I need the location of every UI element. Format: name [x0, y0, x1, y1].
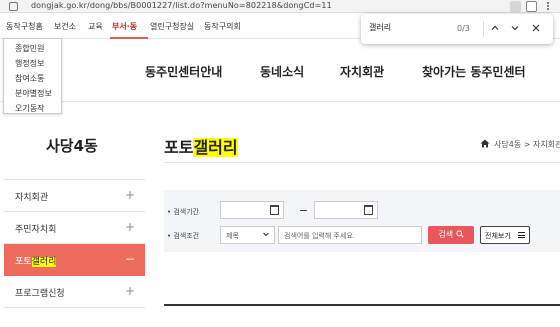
sidebar-item-program-signup[interactable]: 프로그램신청 + — [4, 276, 145, 308]
heading-divider — [164, 162, 560, 163]
gnb-item-education[interactable]: 교육 — [88, 21, 103, 32]
sidebar-item-community-hall[interactable]: 자치회관 + — [4, 180, 145, 212]
list-top-divider — [164, 304, 560, 306]
chevron-up-icon[interactable] — [490, 23, 500, 33]
gnb-item-health[interactable]: 보건소 — [54, 21, 76, 32]
main-nav-center-info[interactable]: 동주민센터안내 — [145, 63, 222, 80]
list-icon — [518, 232, 525, 238]
plus-icon[interactable]: + — [125, 220, 135, 234]
main-nav-news[interactable]: 동네소식 — [260, 63, 304, 80]
minus-icon[interactable]: − — [125, 252, 135, 266]
find-separator — [483, 21, 484, 37]
submenu-item-by-field[interactable]: 분야별정보 — [15, 88, 52, 99]
submenu-item-admin[interactable]: 행정정보 — [15, 58, 44, 69]
plus-icon[interactable]: + — [125, 188, 135, 202]
search-button[interactable]: 검색 — [428, 226, 474, 244]
submenu-item-participation[interactable]: 참여소통 — [15, 73, 44, 84]
search-period-label: • 검색기간 — [167, 208, 200, 216]
departments-submenu: 종합민원 행정정보 참여소통 분야별정보 오기동작 — [3, 38, 62, 114]
site-info-icon[interactable] — [9, 2, 18, 11]
gnb-active-indicator — [110, 37, 148, 39]
page-title: 포토갤러리 — [164, 134, 238, 158]
sidebar-item-label-prefix: 포토 — [15, 257, 32, 267]
home-icon[interactable] — [480, 139, 490, 148]
search-field-value: 제목 — [226, 232, 239, 240]
more-menu-icon[interactable] — [542, 1, 553, 12]
breadcrumb: 사당4동 > 자치회관 — [494, 140, 560, 149]
search-field-select[interactable]: 제목 — [220, 226, 275, 244]
close-icon[interactable] — [531, 23, 541, 33]
submenu-item-civil[interactable]: 종합민원 — [15, 43, 44, 54]
sidebar-item-label: 주민자치회 — [15, 225, 57, 235]
find-in-page-bar: 갤러리 0/3 — [361, 14, 553, 44]
start-date-input[interactable] — [220, 201, 284, 219]
main-nav: 동주민센터안내 동네소식 자치회관 찾아가는 동주민센터 — [0, 40, 560, 102]
view-all-button[interactable]: 전체보기 — [480, 226, 530, 244]
sidebar-item-label: 프로그램신청 — [15, 289, 65, 299]
submenu-item-dongjak[interactable]: 오기동작 — [15, 103, 44, 113]
install-app-icon[interactable] — [510, 1, 521, 12]
sidebar-item-resident-council[interactable]: 주민자치회 + — [4, 212, 145, 244]
find-highlight: 갤러리 — [31, 257, 57, 267]
find-input[interactable]: 갤러리 — [369, 20, 469, 36]
gnb-item-mayor[interactable]: 열린구청장실 — [150, 21, 194, 32]
main-nav-community-hall[interactable]: 자치회관 — [340, 63, 384, 80]
sidebar-item-photo-gallery[interactable]: 포토갤러리 − — [4, 244, 145, 276]
search-icon — [456, 230, 464, 238]
page-title-prefix: 포토 — [164, 138, 194, 157]
browser-address-bar[interactable]: dongjak.go.kr/dong/bbs/B0001227/list.do?… — [0, 0, 560, 13]
extensions-icon[interactable] — [526, 1, 537, 12]
gnb-item-departments[interactable]: 부서·동 — [112, 21, 137, 32]
find-match-count: 0/3 — [457, 24, 470, 33]
chevron-down-icon[interactable] — [510, 23, 520, 33]
sidebar-title: 사당4동 — [46, 137, 98, 155]
search-panel: • 검색기간 • 검색조건 제목 검색어를 입력해 주세요. 검색 전체보기 — [164, 190, 560, 252]
date-range-dash — [300, 210, 307, 211]
search-button-label: 검색 — [438, 230, 454, 239]
find-highlight: 갤러리 — [193, 138, 238, 157]
search-condition-label: • 검색조건 — [167, 232, 200, 240]
main-nav-outreach[interactable]: 찾아가는 동주민센터 — [422, 63, 526, 80]
view-all-label: 전체보기 — [485, 232, 511, 240]
address-url[interactable]: dongjak.go.kr/dong/bbs/B0001227/list.do?… — [31, 1, 332, 10]
sidebar-item-label: 포토갤러리 — [15, 254, 57, 267]
end-date-input[interactable] — [314, 201, 378, 219]
plus-icon[interactable]: + — [125, 284, 135, 298]
keyword-input[interactable]: 검색어를 입력해 주세요. — [278, 226, 422, 244]
gnb-item-home[interactable]: 동작구청홈 — [6, 21, 43, 32]
sidebar-item-label: 자치회관 — [15, 193, 49, 203]
calendar-icon[interactable] — [364, 205, 373, 215]
calendar-icon[interactable] — [270, 205, 279, 215]
gnb-item-council[interactable]: 동작구의회 — [204, 21, 241, 32]
chevron-down-icon — [262, 230, 270, 240]
